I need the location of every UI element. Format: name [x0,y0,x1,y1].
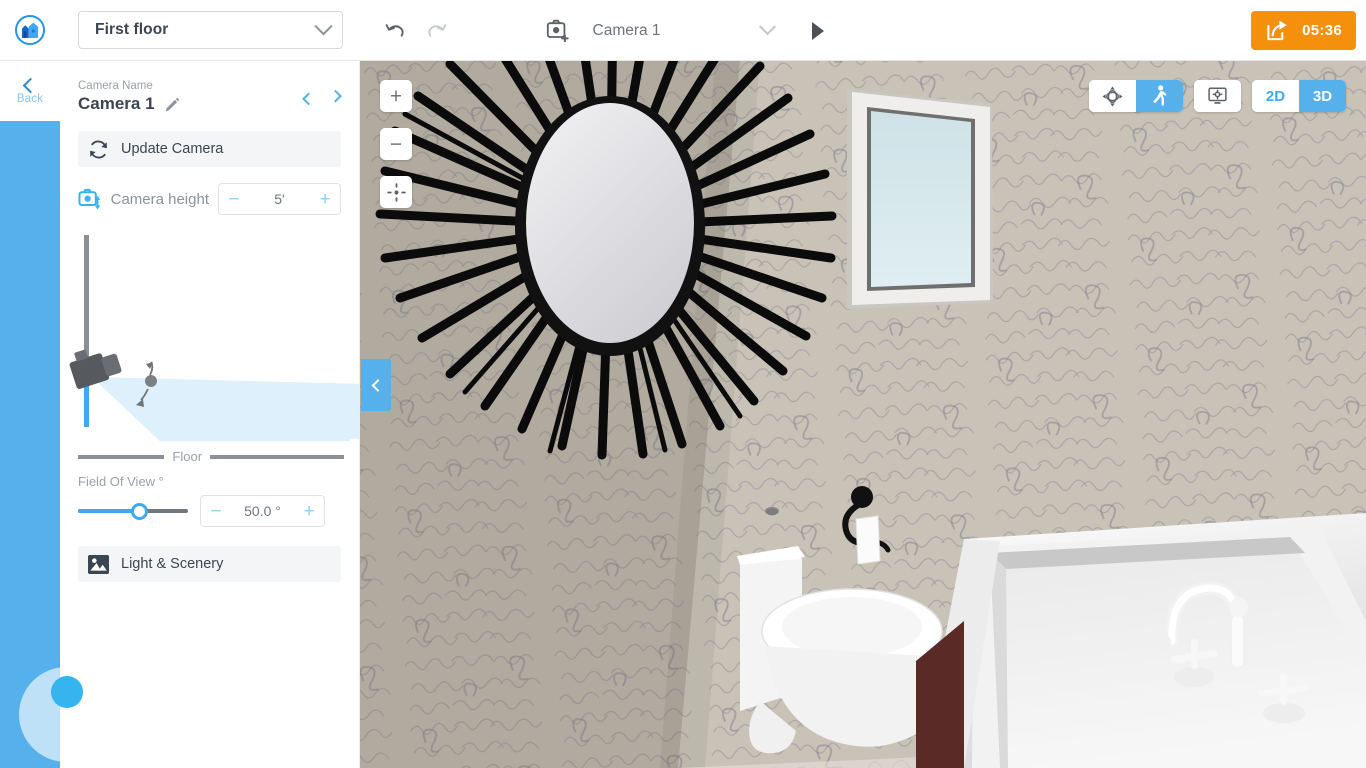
viewport-zoom-controls: + − [380,80,412,208]
camera-nav-arrows [298,86,345,108]
display-settings-button[interactable] [1194,80,1241,112]
camera-name-title: Camera 1 [78,94,155,113]
fov-value[interactable]: 50.0 ° [231,503,294,519]
back-button[interactable]: Back [0,61,60,121]
target-icon [386,182,406,202]
floor-label: Floor [172,449,203,464]
previous-camera-button[interactable] [298,86,318,108]
redo-button[interactable] [426,21,447,40]
camera-height-icon [78,188,101,210]
share-export-icon [1267,20,1287,41]
light-and-scenery-label: Light & Scenery [121,556,224,572]
update-camera-label: Update Camera [121,141,224,157]
redo-icon [428,23,447,37]
image-icon [88,554,109,574]
camera-dropdown-button[interactable] [753,17,783,37]
chevron-left-icon [301,92,315,105]
field-of-view-label: Field Of View ° [78,474,164,489]
chevron-down-icon [759,17,776,35]
floor-line-left [78,454,165,459]
camera-settings-panel: Camera Name Camera 1 Update Camera Camer… [60,61,360,768]
view-3d-button[interactable]: 3D [1299,80,1346,112]
chevron-right-icon [328,89,342,102]
camera-height-row: Camera height − 5' + [78,183,341,215]
fov-decrease[interactable]: − [201,496,231,526]
collapse-panel-button[interactable] [361,359,391,411]
pencil-icon [165,97,179,111]
camera-height-increase[interactable]: + [310,184,340,214]
camera-height-diagram[interactable]: Floor [60,229,360,464]
fov-increase[interactable]: + [294,496,324,526]
plus-icon: + [389,84,403,108]
camera-height-stepper: − 5' + [218,183,341,215]
field-of-view-slider[interactable] [78,501,188,521]
dimension-toggle-group: 2D 3D [1252,80,1346,112]
chevron-left-icon [371,378,384,392]
add-camera-button[interactable] [541,16,575,46]
light-and-scenery-button[interactable]: Light & Scenery [78,546,341,582]
refresh-icon [90,140,107,158]
history-controls [385,21,447,40]
floor-selector-value: First floor [95,21,169,38]
back-button-label: Back [16,93,44,105]
active-camera-name: Camera 1 [592,21,661,39]
camera-diagram-graphic [69,235,360,441]
floor-line-right [210,454,344,459]
orbit-mode-button[interactable] [1089,80,1136,112]
display-settings-group [1194,80,1241,112]
view-2d-button[interactable]: 2D [1252,80,1299,112]
play-icon [812,21,824,40]
next-camera-button[interactable] [325,86,345,108]
undo-icon [385,23,404,37]
house-logo-icon [21,22,38,38]
camera-height-value[interactable]: 5' [249,191,310,207]
orbit-icon [1102,86,1123,106]
app-logo[interactable] [0,0,60,61]
viewport-mode-controls: 2D 3D [1089,80,1346,112]
walk-mode-button[interactable] [1136,80,1183,112]
chevron-down-icon [314,16,333,35]
floor-selector[interactable]: First floor [78,11,343,49]
camera-height-decrease[interactable]: − [219,184,249,214]
field-of-view-stepper: − 50.0 ° + [200,495,325,527]
navigation-mode-group [1089,80,1183,112]
undo-button[interactable] [385,21,406,40]
camera-add-icon [546,19,569,42]
camera-height-label: Camera height [110,190,209,208]
render-timer-value: 05:36 [1302,22,1342,39]
viewport-3d[interactable] [360,61,1366,768]
slider-fill [78,509,139,513]
monitor-gear-icon [1208,87,1227,104]
left-rail: Back [0,61,60,768]
floor-line: Floor [78,449,344,464]
slider-thumb[interactable] [130,503,148,520]
play-walkthrough-button[interactable] [811,21,826,41]
edit-camera-name-button[interactable] [165,97,180,112]
recenter-button[interactable] [380,176,412,208]
scene-render [360,61,1366,768]
field-of-view-section: Field Of View ° − 50.0 ° + [78,474,341,527]
navigation-joystick[interactable] [19,667,114,762]
joystick-knob[interactable] [50,676,83,708]
update-camera-button[interactable]: Update Camera [78,131,341,167]
zoom-in-button[interactable]: + [380,80,412,112]
panel-header: Camera Name Camera 1 [60,61,359,114]
walk-icon [1153,84,1167,106]
chevron-left-icon [22,77,38,94]
top-toolbar: First floor Camera 1 05:36 [0,0,1366,61]
zoom-out-button[interactable]: − [380,128,412,160]
minus-icon: − [389,132,403,156]
render-timer-button[interactable]: 05:36 [1251,11,1356,50]
camera-toolbar-group: Camera 1 [541,0,826,61]
